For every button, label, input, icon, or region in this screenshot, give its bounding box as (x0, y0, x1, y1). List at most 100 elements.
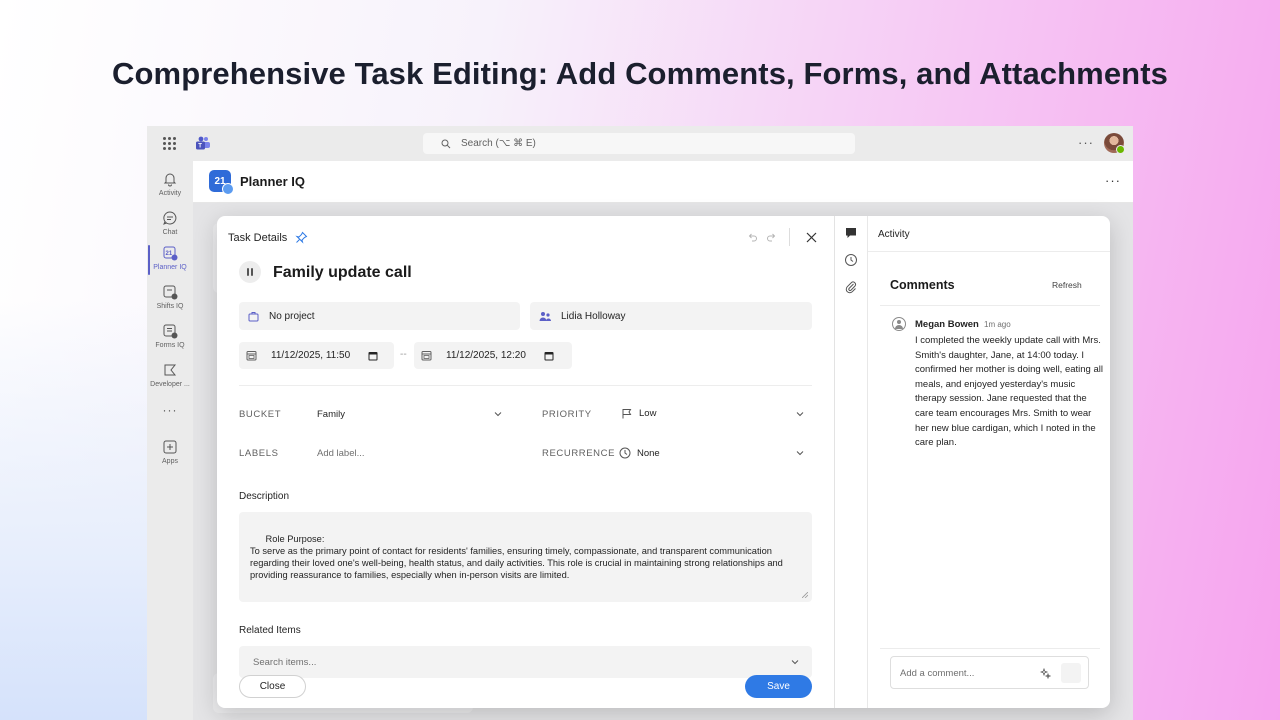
rail-more-icon[interactable]: ··· (147, 403, 193, 417)
user-avatar[interactable] (1104, 133, 1125, 154)
task-details-main: Task Details Family update call No proje… (217, 216, 834, 708)
search-input[interactable]: Search (⌥ ⌘ E) (423, 133, 855, 154)
labels-label: LABELS (239, 448, 279, 459)
rail-label: Apps (162, 458, 178, 465)
page-headline: Comprehensive Task Editing: Add Comments… (112, 56, 1168, 91)
side-panel-tabs (835, 216, 867, 708)
calendar-icon (421, 351, 432, 361)
app-header: 21 Planner IQ ··· (193, 161, 1133, 203)
attachment-tab-icon[interactable] (844, 280, 858, 294)
activity-panel: Activity Comments Refresh Megan Bowen 1m… (868, 216, 1110, 708)
start-date-value: 11/12/2025, 11:50 (271, 350, 351, 361)
recurrence-label: RECURRENCE (542, 448, 616, 459)
send-comment-button[interactable] (1061, 663, 1081, 683)
rail-label: Developer ... (150, 381, 190, 388)
app-title: Planner IQ (240, 174, 306, 189)
dialog-title: Task Details (228, 232, 288, 244)
rail-label: Activity (158, 190, 182, 197)
undo-icon[interactable] (747, 232, 758, 243)
svg-text:T: T (198, 144, 202, 150)
project-value: No project (269, 310, 315, 322)
start-date-field[interactable]: 11/12/2025, 11:50 (239, 342, 394, 369)
save-button[interactable]: Save (745, 675, 812, 698)
close-button[interactable]: Close (239, 675, 306, 698)
briefcase-icon (248, 311, 259, 321)
activity-title: Activity (878, 229, 910, 240)
rail-item-planner-iq[interactable]: 21 Planner IQ (147, 245, 193, 275)
rail-item-apps[interactable]: Apps (147, 439, 193, 465)
comments-tab-icon[interactable] (844, 226, 858, 240)
recurrence-value: None (637, 447, 660, 459)
rail-label: Chat (162, 229, 178, 236)
planner-logo-icon: 21 (209, 170, 234, 195)
top-bar: T Search (⌥ ⌘ E) ··· (147, 126, 1133, 161)
planner-icon: 21 (163, 246, 178, 261)
developer-icon (164, 364, 177, 376)
section-divider (880, 648, 1100, 649)
project-field[interactable]: No project (239, 302, 520, 330)
rail-item-activity[interactable]: Activity (147, 171, 193, 197)
bucket-select[interactable]: Family (317, 409, 345, 420)
redo-icon[interactable] (766, 232, 777, 243)
search-placeholder: Search (⌥ ⌘ E) (461, 138, 536, 149)
header-separator (789, 228, 790, 246)
comment-body: I completed the weekly update call with … (915, 335, 1103, 449)
related-items-search[interactable]: Search items... (239, 646, 812, 678)
comment-timestamp: 1m ago (984, 320, 1011, 329)
end-date-value: 11/12/2025, 12:20 (446, 350, 526, 361)
rail-label: Planner IQ (153, 264, 187, 271)
rail-item-shifts-iq[interactable]: Shifts IQ (147, 284, 193, 310)
comment-author: Megan Bowen (915, 319, 979, 330)
svg-text:21: 21 (166, 251, 173, 257)
description-textarea[interactable]: Role Purpose: To serve as the primary po… (239, 512, 812, 602)
rail-item-developer[interactable]: Developer ... (147, 362, 193, 388)
sparkle-icon[interactable] (1040, 668, 1051, 679)
bucket-label: BUCKET (239, 409, 282, 420)
description-label: Description (239, 491, 290, 502)
add-apps-icon (163, 440, 177, 454)
teams-logo-icon: T (196, 136, 210, 150)
chat-icon (163, 211, 177, 225)
pin-icon[interactable] (295, 231, 308, 244)
bell-icon (163, 173, 177, 187)
comment-placeholder: Add a comment... (900, 668, 975, 679)
date-separator: -- (400, 349, 407, 360)
priority-label: PRIORITY (542, 409, 592, 420)
resize-handle-icon[interactable] (802, 592, 808, 598)
more-options-icon[interactable]: ··· (1078, 135, 1094, 150)
task-title[interactable]: Family update call (273, 264, 412, 282)
rail-item-forms-iq[interactable]: Forms IQ (147, 323, 193, 349)
rail-label: Shifts IQ (156, 303, 184, 310)
chevron-down-icon[interactable] (795, 448, 805, 458)
end-date-field[interactable]: 11/12/2025, 12:20 (414, 342, 572, 369)
rail-item-chat[interactable]: Chat (147, 210, 193, 236)
chevron-down-icon[interactable] (790, 657, 800, 667)
related-items-placeholder: Search items... (253, 657, 317, 668)
background-gradient (0, 300, 160, 720)
chevron-down-icon[interactable] (795, 409, 805, 419)
people-icon (539, 311, 551, 321)
app-rail: Activity Chat 21 Planner IQ Shifts IQ Fo… (147, 161, 193, 720)
assignee-value: Lidia Holloway (561, 310, 626, 322)
calendar-icon (246, 351, 257, 361)
close-icon[interactable] (805, 231, 818, 244)
clock-icon (619, 447, 631, 459)
date-picker-icon[interactable] (368, 351, 378, 361)
chevron-down-icon[interactable] (493, 409, 503, 419)
date-picker-icon[interactable] (544, 351, 554, 361)
assignee-field[interactable]: Lidia Holloway (530, 302, 812, 330)
search-icon (441, 139, 451, 148)
comment-avatar-icon (892, 317, 906, 331)
labels-input[interactable]: Add label... (317, 448, 365, 459)
task-status-toggle[interactable] (239, 261, 261, 283)
section-divider (880, 305, 1100, 306)
refresh-button[interactable]: Refresh (1052, 280, 1082, 290)
app-launcher-icon[interactable] (163, 137, 176, 150)
comment-input[interactable]: Add a comment... (890, 656, 1089, 689)
recurrence-select[interactable]: None (619, 447, 660, 459)
description-text: Role Purpose: To serve as the primary po… (250, 534, 783, 580)
history-tab-icon[interactable] (844, 253, 858, 267)
app-more-icon[interactable]: ··· (1105, 173, 1121, 188)
rail-label: Forms IQ (155, 342, 185, 349)
priority-select[interactable]: Low (621, 408, 656, 419)
